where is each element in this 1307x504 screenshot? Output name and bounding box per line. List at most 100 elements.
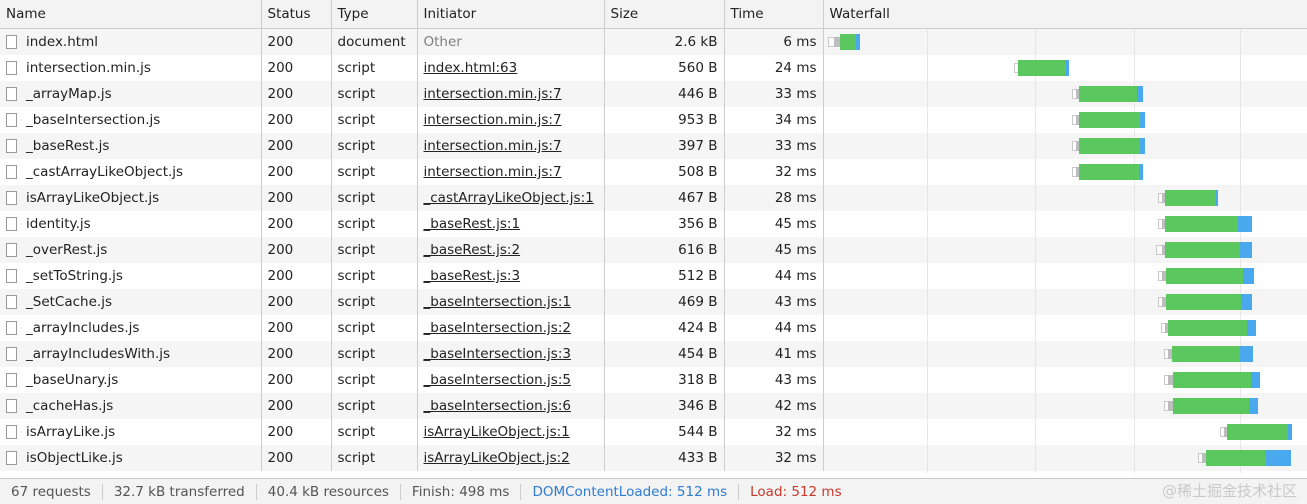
cell-name[interactable]: _baseRest.js [0,133,262,159]
cell-name[interactable]: _castArrayLikeObject.js [0,159,262,185]
initiator-link[interactable]: isArrayLikeObject.js:1 [424,424,570,440]
file-icon [6,347,17,361]
initiator-link[interactable]: intersection.min.js:7 [424,86,562,102]
request-name: _baseUnary.js [26,372,119,388]
table-row[interactable]: index.html 200 document Other 2.6 kB 6 ms [0,28,1307,55]
cell-name[interactable]: isObjectLike.js [0,445,262,471]
cell-time: 6 ms [724,28,824,55]
cell-name[interactable]: _baseUnary.js [0,367,262,393]
table-row[interactable]: _cacheHas.js 200 script _baseIntersection.j… [0,393,1307,419]
cell-type: script [331,185,418,211]
cell-name[interactable]: _arrayMap.js [0,81,262,107]
table-row[interactable]: isArrayLikeObject.js 200 script _castArrayL… [0,185,1307,211]
initiator-link[interactable]: _baseIntersection.js:3 [424,346,571,362]
table-row[interactable]: identity.js 200 script _baseRest.js:1 356 B4… [0,211,1307,237]
cell-name[interactable]: intersection.min.js [0,55,262,81]
cell-size: 508 B [604,159,725,185]
cell-name[interactable]: _cacheHas.js [0,393,262,419]
request-name: _SetCache.js [26,294,112,310]
table-row[interactable]: _arrayMap.js 200 script intersection.min.js… [0,81,1307,107]
table-row[interactable]: _baseIntersection.js 200 script intersectio… [0,107,1307,133]
column-header-initiator[interactable]: Initiator [417,0,605,29]
file-icon [6,139,17,153]
table-row[interactable]: isArrayLike.js 200 script isArrayLikeObject… [0,419,1307,445]
status-load: Load: 512 ms [750,483,842,500]
cell-type: script [331,445,418,471]
initiator-link[interactable]: _baseIntersection.js:1 [424,294,571,310]
requests-table-body: index.html 200 document Other 2.6 kB 6 ms inte… [0,28,1307,471]
cell-status: 200 [261,237,332,263]
cell-name[interactable]: _overRest.js [0,237,262,263]
cell-name[interactable]: _arrayIncludesWith.js [0,341,262,367]
table-row[interactable]: _castArrayLikeObject.js 200 script intersec… [0,159,1307,185]
initiator-link[interactable]: _baseRest.js:1 [424,216,521,232]
column-header-name[interactable]: Name [0,0,262,29]
initiator-link[interactable]: _baseIntersection.js:6 [424,398,571,414]
cell-name[interactable]: index.html [0,28,262,55]
table-row[interactable]: _arrayIncludes.js 200 script _baseIntersect… [0,315,1307,341]
cell-initiator: intersection.min.js:7 [417,107,605,133]
cell-name[interactable]: isArrayLike.js [0,419,262,445]
table-row[interactable]: _arrayIncludesWith.js 200 script _baseInter… [0,341,1307,367]
initiator-link[interactable]: intersection.min.js:7 [424,112,562,128]
request-name: _baseIntersection.js [26,112,161,128]
cell-name[interactable]: _setToString.js [0,263,262,289]
cell-waterfall [823,393,1307,419]
file-icon [6,35,17,49]
cell-time: 33 ms [724,133,824,159]
cell-waterfall [823,28,1307,55]
cell-name[interactable]: _arrayIncludes.js [0,315,262,341]
cell-status: 200 [261,185,332,211]
cell-initiator: _baseRest.js:3 [417,263,605,289]
file-icon [6,217,17,231]
cell-size: 318 B [604,367,725,393]
cell-time: 32 ms [724,445,824,471]
cell-waterfall [823,55,1307,81]
column-header-waterfall[interactable]: Waterfall [823,0,1307,29]
cell-status: 200 [261,289,332,315]
cell-type: script [331,237,418,263]
column-header-size[interactable]: Size [604,0,725,29]
initiator-link[interactable]: _castArrayLikeObject.js:1 [424,190,594,206]
cell-initiator: isArrayLikeObject.js:1 [417,419,605,445]
cell-status: 200 [261,55,332,81]
column-header-time[interactable]: Time [724,0,824,29]
column-header-type[interactable]: Type [331,0,418,29]
status-dom-content-loaded: DOMContentLoaded: 512 ms [521,483,740,500]
cell-name[interactable]: _baseIntersection.js [0,107,262,133]
initiator-link[interactable]: _baseIntersection.js:5 [424,372,571,388]
cell-time: 32 ms [724,159,824,185]
table-row[interactable]: _setToString.js 200 script _baseRest.js:3 51… [0,263,1307,289]
initiator-link[interactable]: _baseRest.js:2 [424,242,521,258]
initiator-link[interactable]: intersection.min.js:7 [424,164,562,180]
initiator-link[interactable]: index.html:63 [424,60,518,76]
cell-type: script [331,133,418,159]
initiator-link[interactable]: intersection.min.js:7 [424,138,562,154]
table-row[interactable]: isObjectLike.js 200 script isArrayLikeObjec… [0,445,1307,471]
table-row[interactable]: _baseRest.js 200 script intersection.min.js… [0,133,1307,159]
status-finish: Finish: 498 ms [401,483,522,500]
table-row[interactable]: _baseUnary.js 200 script _baseIntersection.… [0,367,1307,393]
cell-type: script [331,341,418,367]
cell-waterfall [823,107,1307,133]
initiator-link[interactable]: isArrayLikeObject.js:2 [424,450,570,466]
cell-name[interactable]: _SetCache.js [0,289,262,315]
initiator-link[interactable]: _baseIntersection.js:2 [424,320,571,336]
cell-name[interactable]: identity.js [0,211,262,237]
initiator-link[interactable]: _baseRest.js:3 [424,268,521,284]
request-name: isArrayLikeObject.js [26,190,160,206]
cell-name[interactable]: isArrayLikeObject.js [0,185,262,211]
column-header-status[interactable]: Status [261,0,332,29]
cell-size: 397 B [604,133,725,159]
cell-type: script [331,107,418,133]
table-row[interactable]: intersection.min.js 200 script index.html:6… [0,55,1307,81]
cell-initiator: _castArrayLikeObject.js:1 [417,185,605,211]
table-row[interactable]: _SetCache.js 200 script _baseIntersection.j… [0,289,1307,315]
request-name: _cacheHas.js [26,398,114,414]
watermark: @稀土掘金技术社区 [1161,482,1297,500]
file-icon [6,399,17,413]
cell-initiator: Other [417,28,605,55]
request-name: identity.js [26,216,91,232]
cell-type: script [331,81,418,107]
table-row[interactable]: _overRest.js 200 script _baseRest.js:2 616 B… [0,237,1307,263]
